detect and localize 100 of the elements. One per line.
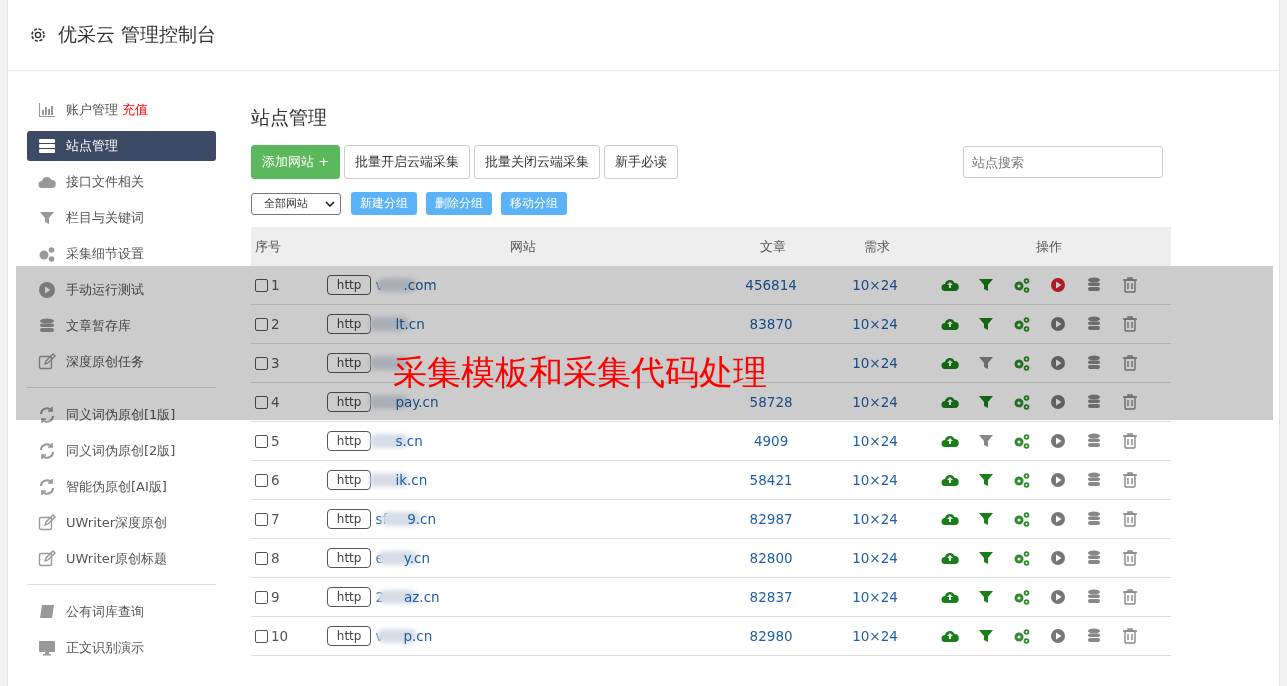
play-icon[interactable] (1048, 549, 1067, 567)
site-link[interactable]: ik.cn (395, 472, 428, 488)
filter-icon[interactable] (976, 549, 995, 567)
filter-icon[interactable] (976, 588, 995, 606)
play-icon[interactable] (1048, 588, 1067, 606)
article-count[interactable]: 58421 (749, 472, 793, 488)
filter-icon[interactable] (976, 510, 995, 528)
edit-icon (38, 514, 56, 532)
trash-icon[interactable] (1120, 315, 1139, 333)
play-icon[interactable] (1048, 276, 1067, 294)
sidebar-item[interactable]: 站点管理 (27, 131, 216, 161)
sidebar-item[interactable]: 同义词伪原创[1版] (27, 400, 216, 430)
trash-icon[interactable] (1120, 354, 1139, 372)
edit-icon (38, 550, 56, 568)
article-count[interactable]: 82800 (749, 550, 793, 566)
trash-icon[interactable] (1120, 510, 1139, 528)
toolbar-button[interactable]: 新手必读 (604, 145, 679, 179)
group-select[interactable]: 全部网站 (251, 192, 341, 215)
article-count[interactable]: 82987 (749, 511, 793, 527)
sidebar-item[interactable]: UWriter原创标题 (27, 544, 216, 574)
toolbar-button[interactable]: 批量关闭云端采集 (474, 145, 601, 179)
page-title: 站点管理 (251, 105, 328, 130)
play-icon[interactable] (1048, 471, 1067, 489)
sidebar-item[interactable]: 深度原创任务 (27, 347, 216, 377)
trash-icon[interactable] (1120, 588, 1139, 606)
site-link[interactable]: pay.cn (395, 394, 439, 410)
row-checkbox[interactable] (255, 473, 268, 487)
filter-icon[interactable] (976, 276, 995, 294)
trash-icon[interactable] (1120, 471, 1139, 489)
row-number: 3 (271, 355, 280, 371)
site-link[interactable]: 9.cn (407, 511, 437, 527)
trash-icon[interactable] (1120, 276, 1139, 294)
sidebar-item[interactable]: 采集细节设置 (27, 239, 216, 269)
row-checkbox[interactable] (255, 629, 268, 643)
demand-value[interactable]: 10×24 (852, 628, 898, 644)
sidebar-item[interactable]: 账户管理 充值 (27, 95, 216, 125)
row-checkbox[interactable] (255, 551, 268, 565)
filter-icon[interactable] (976, 432, 995, 450)
protocol-tag: http (326, 587, 372, 607)
sidebar-item[interactable]: 公有词库查询 (27, 597, 216, 627)
site-link[interactable]: s.cn (395, 433, 423, 449)
demand-value[interactable]: 10×24 (852, 472, 898, 488)
row-checkbox[interactable] (255, 317, 268, 331)
row-checkbox[interactable] (255, 356, 268, 370)
trash-icon[interactable] (1120, 549, 1139, 567)
row-number: 7 (271, 511, 280, 527)
play-icon[interactable] (1048, 393, 1067, 411)
row-checkbox[interactable] (255, 512, 268, 526)
site-link[interactable]: az.cn (404, 589, 440, 605)
row-checkbox[interactable] (255, 434, 268, 448)
sidebar-item[interactable]: 文章暂存库 (27, 311, 216, 341)
play-icon[interactable] (1048, 315, 1067, 333)
row-number: 8 (271, 550, 280, 566)
demand-value[interactable]: 10×24 (852, 550, 898, 566)
demand-value[interactable]: 10×24 (852, 589, 898, 605)
row-checkbox[interactable] (255, 590, 268, 604)
sidebar-item[interactable]: 接口文件相关 (27, 167, 216, 197)
article-count[interactable]: 58728 (749, 394, 793, 410)
site-link[interactable]: p.cn (403, 628, 433, 644)
sidebar-item[interactable]: 栏目与关键词 (27, 203, 216, 233)
sidebar-item[interactable]: UWriter深度原创 (27, 508, 216, 538)
trash-icon[interactable] (1120, 432, 1139, 450)
trash-icon[interactable] (1120, 627, 1139, 645)
sidebar-item[interactable]: 手动运行测试 (27, 275, 216, 305)
site-link[interactable]: y.cn (403, 550, 431, 566)
article-count[interactable]: 456814 (745, 277, 797, 293)
article-count[interactable]: 4909 (753, 433, 789, 449)
play-icon[interactable] (1048, 627, 1067, 645)
filter-icon[interactable] (976, 315, 995, 333)
toolbar-button[interactable]: 批量开启云端采集 (344, 145, 471, 179)
sidebar-item[interactable]: 智能伪原创[AI版] (27, 472, 216, 502)
recharge-link[interactable]: 充值 (122, 101, 148, 119)
article-count[interactable]: 83870 (749, 316, 793, 332)
play-icon[interactable] (1048, 510, 1067, 528)
demand-value[interactable]: 10×24 (852, 277, 898, 293)
play-icon[interactable] (1048, 432, 1067, 450)
filter-icon[interactable] (976, 627, 995, 645)
search-field[interactable]: 站点搜索 (963, 146, 1163, 178)
demand-value[interactable]: 10×24 (852, 355, 898, 371)
demand-value[interactable]: 10×24 (852, 433, 898, 449)
sidebar-item[interactable]: 正文识别演示 (27, 633, 216, 663)
demand-value[interactable]: 10×24 (852, 511, 898, 527)
row-checkbox[interactable] (255, 278, 268, 292)
filter-icon[interactable] (976, 393, 995, 411)
sidebar-item[interactable]: 同义词伪原创[2版] (27, 436, 216, 466)
play-icon (38, 281, 56, 299)
row-checkbox[interactable] (255, 395, 268, 409)
site-link[interactable]: lt.cn (395, 316, 425, 332)
refresh-icon (38, 478, 56, 496)
protocol-tag: http (326, 275, 372, 295)
filter-icon[interactable] (976, 471, 995, 489)
play-icon[interactable] (1048, 354, 1067, 372)
chart-icon (38, 101, 56, 119)
demand-value[interactable]: 10×24 (852, 394, 898, 410)
filter-icon[interactable] (976, 354, 995, 372)
trash-icon[interactable] (1120, 393, 1139, 411)
demand-value[interactable]: 10×24 (852, 316, 898, 332)
article-count[interactable]: 82837 (749, 589, 793, 605)
site-link[interactable]: .com (403, 277, 437, 293)
article-count[interactable]: 82980 (749, 628, 793, 644)
